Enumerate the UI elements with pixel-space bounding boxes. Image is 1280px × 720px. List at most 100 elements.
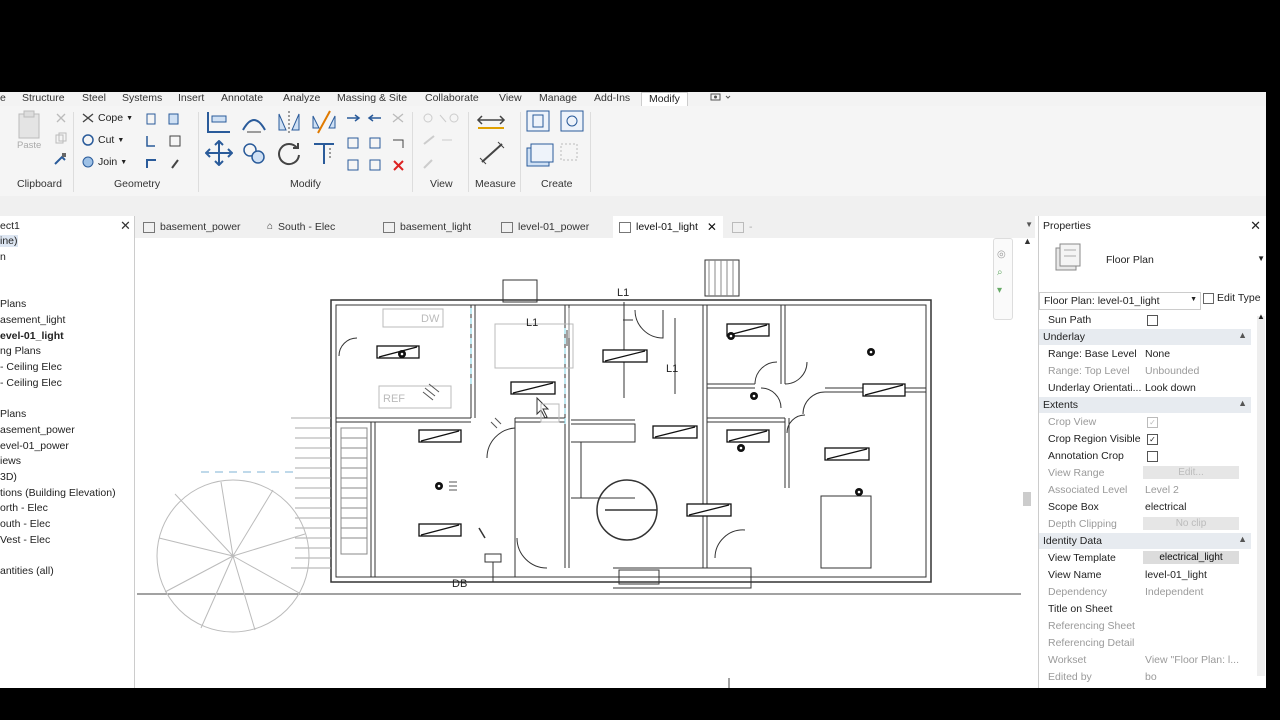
property-section-extents[interactable]: Extents ▲ [1039,397,1251,413]
property-value[interactable]: Level 2 [1145,484,1179,496]
browser-item[interactable]: outh - Elec [0,518,50,530]
property-value[interactable]: Look down [1145,382,1196,394]
property-checkbox[interactable]: ✓ [1147,434,1158,445]
browser-item[interactable]: tions (Building Elevation) [0,487,116,499]
properties-scrollbar[interactable]: ▲ [1257,312,1265,676]
property-value[interactable]: bo [1145,671,1157,683]
browser-item-active[interactable]: evel-01_light [0,330,64,342]
browser-item[interactable]: asement_power [0,424,75,436]
view-tools-icon[interactable] [420,112,464,172]
browser-item[interactable]: Plans [0,298,26,310]
ribbon-tab-annotate[interactable]: Annotate [221,92,263,106]
property-button[interactable]: No clip [1143,517,1239,530]
tab-basement-light[interactable]: basement_light [383,216,471,238]
scroll-up-icon[interactable]: ▲ [1023,236,1032,246]
rotate-icon[interactable] [275,140,303,166]
collapse-icon[interactable]: ▲ [1238,534,1247,544]
property-checkbox[interactable] [1147,315,1158,326]
property-value[interactable]: Independent [1145,586,1203,598]
ribbon-tab-analyze[interactable]: Analyze [283,92,320,106]
tab-level-01-light[interactable]: level-01_light ✕ [613,216,723,238]
property-section-underlay[interactable]: Underlay ▲ [1039,329,1251,345]
property-value[interactable]: None [1145,348,1170,360]
split-face-icon[interactable] [144,112,184,126]
mirror-axis-icon[interactable] [275,110,303,134]
ribbon-tab-structure[interactable]: Structure [22,92,65,106]
property-value[interactable]: View "Floor Plan: l... [1145,654,1239,666]
browser-item[interactable]: ine) [0,235,18,247]
wall [470,305,476,418]
property-value[interactable]: electrical [1145,501,1186,513]
browser-item[interactable]: asement_light [0,314,65,326]
property-checkbox[interactable] [1147,451,1158,462]
property-button[interactable]: electrical_light [1143,551,1239,564]
ribbon-tab-massing[interactable]: Massing & Site [337,92,407,106]
ribbon-tab-systems[interactable]: Systems [122,92,162,106]
property-checkbox[interactable]: ✓ [1147,417,1158,428]
browser-item[interactable]: orth - Elec [0,502,48,514]
edit-type-button[interactable]: Edit Type [1203,292,1261,304]
property-value[interactable]: Unbounded [1145,365,1199,377]
wall-joins-icon[interactable] [144,134,188,148]
cut-clip-icon[interactable] [55,112,67,124]
scroll-up-icon[interactable]: ▲ [1257,312,1265,321]
tab-south-elec[interactable]: ⌂ South - Elec [267,216,335,238]
ribbon-tab-addins[interactable]: Add-Ins [594,92,630,106]
browser-item[interactable]: Plans [0,408,26,420]
copy-icon[interactable] [240,140,268,166]
tab-level-01-power[interactable]: level-01_power [501,216,589,238]
aligned-dimension-icon[interactable] [478,140,514,166]
view-switch-icon[interactable] [710,92,732,106]
browser-item[interactable]: antities (all) [0,565,54,577]
browser-item[interactable]: - Ceiling Elec [0,361,62,373]
trim-icon[interactable] [310,140,338,166]
ribbon-tab-collaborate[interactable]: Collaborate [425,92,479,106]
move-icon[interactable] [205,140,233,166]
join-button[interactable]: Join ▼ [81,156,127,168]
steering-wheel-icon[interactable]: ◎ [997,249,1006,260]
property-button[interactable]: Edit... [1143,466,1239,479]
browser-item[interactable]: Vest - Elec [0,534,50,546]
ribbon-tab-manage[interactable]: Manage [539,92,577,106]
ribbon-tab-insert[interactable]: Insert [178,92,204,106]
ribbon-tab-view[interactable]: View [499,92,522,106]
properties-close-icon[interactable]: ✕ [1250,218,1261,234]
cut-button[interactable]: Cut ▼ [81,134,124,146]
match-properties-icon[interactable] [53,152,67,166]
tab-overflow[interactable]: - [732,216,753,238]
browser-item[interactable]: 3D) [0,471,17,483]
vertical-scrollbar-thumb[interactable] [1023,492,1031,506]
browser-item[interactable]: n [0,251,6,263]
property-value[interactable]: level-01_light [1145,569,1207,581]
mirror-draw-icon[interactable] [310,110,338,134]
small-modify-tools-icon[interactable] [345,112,409,172]
browser-item[interactable]: evel-01_power [0,440,69,452]
measure-between-icon[interactable] [476,110,516,138]
tab-basement-power[interactable]: basement_power [143,216,241,238]
offset-icon[interactable] [240,110,268,134]
browser-close-icon[interactable]: ✕ [120,218,131,234]
browser-item[interactable]: - Ceiling Elec [0,377,62,389]
drawing-canvas[interactable]: L1 L1 L1 DW REF DB ◎ ⌕ ▾ ▲ [135,236,1035,688]
ribbon-tab-steel[interactable]: Steel [82,92,106,106]
paint-icon[interactable] [144,156,188,170]
cope-button[interactable]: Cope ▼ [81,112,133,124]
ribbon-tab-fragment[interactable]: e [0,92,6,106]
type-dropdown-icon[interactable]: ▼ [1257,254,1265,263]
copy-clip-icon[interactable] [55,132,67,144]
create-group-icon[interactable] [525,140,585,170]
browser-item[interactable]: iews [0,455,21,467]
align-icon[interactable] [205,110,233,134]
property-section-identity-data[interactable]: Identity Data ▲ [1039,533,1251,549]
collapse-icon[interactable]: ▲ [1238,398,1247,408]
create-parts-icon[interactable] [525,108,585,136]
instance-selector[interactable]: Floor Plan: level-01_light ▼ [1039,292,1201,310]
tab-close-icon[interactable]: ✕ [707,216,717,238]
browser-item[interactable]: ng Plans [0,345,41,357]
zoom-icon[interactable]: ⌕ [997,267,1003,278]
paste-icon[interactable] [16,110,42,140]
tab-dropdown-icon[interactable]: ▼ [1025,220,1033,229]
ribbon-tab-modify[interactable]: Modify [641,92,688,107]
pan-icon[interactable]: ▾ [997,285,1002,296]
collapse-icon[interactable]: ▲ [1238,330,1247,340]
